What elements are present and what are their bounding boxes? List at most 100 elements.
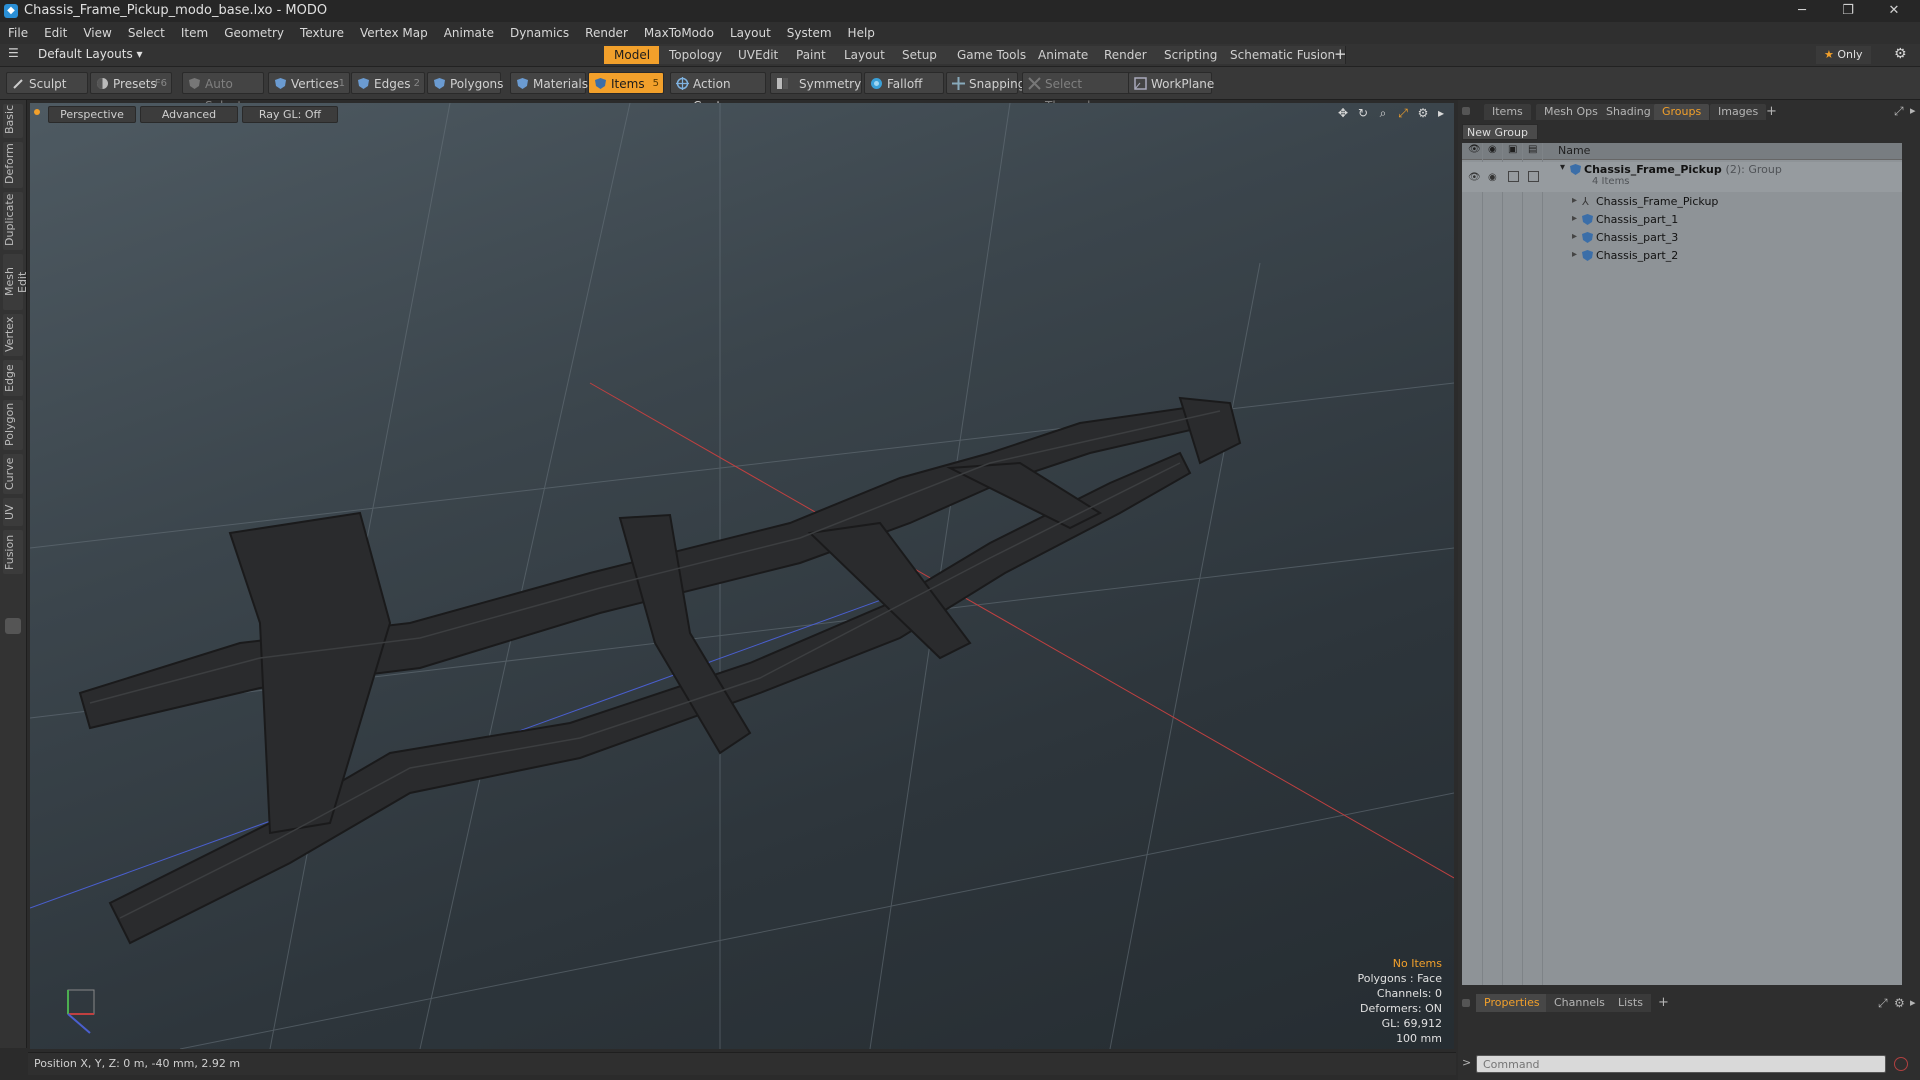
menu-edit[interactable]: Edit bbox=[36, 22, 75, 44]
command-history-icon[interactable] bbox=[1894, 1057, 1908, 1071]
list-item[interactable]: ▸ Chassis_part_2 bbox=[1462, 248, 1902, 265]
viewport-menu-arrow-icon[interactable]: ▸ bbox=[1434, 106, 1448, 120]
raygl-button[interactable]: Ray GL: Off bbox=[242, 106, 338, 123]
edges-button[interactable]: Edges 2 bbox=[351, 72, 425, 94]
tab-layout[interactable]: Layout bbox=[834, 46, 896, 64]
expand-arrow-icon[interactable]: ▸ bbox=[1572, 195, 1577, 206]
tab-mesh-ops[interactable]: Mesh Ops bbox=[1536, 104, 1606, 120]
menu-dynamics[interactable]: Dynamics bbox=[502, 22, 577, 44]
shading-mode-button[interactable]: Advanced bbox=[140, 106, 238, 123]
list-item[interactable]: ▸ ⅄ Chassis_Frame_Pickup bbox=[1462, 194, 1902, 211]
tab-setup[interactable]: Setup bbox=[892, 46, 948, 64]
add-properties-tab-button[interactable]: + bbox=[1658, 995, 1669, 1010]
tab-paint[interactable]: Paint bbox=[786, 46, 837, 64]
properties-gear-icon[interactable]: ⚙ bbox=[1894, 996, 1905, 1010]
command-input[interactable] bbox=[1477, 1056, 1885, 1072]
vtab-fusion[interactable]: Fusion bbox=[3, 530, 23, 574]
menu-system[interactable]: System bbox=[779, 22, 840, 44]
vtab-edge[interactable]: Edge bbox=[3, 360, 23, 396]
tab-groups[interactable]: Groups bbox=[1654, 104, 1710, 120]
tab-game-tools[interactable]: Game Tools bbox=[947, 46, 1038, 64]
auto-select-button[interactable]: Auto Select bbox=[182, 72, 264, 113]
properties-arrow-icon[interactable]: ▸ bbox=[1910, 996, 1916, 1009]
tab-topology[interactable]: Topology bbox=[659, 46, 733, 64]
materials-button[interactable]: Materials bbox=[510, 72, 588, 94]
tab-scripting[interactable]: Scripting bbox=[1154, 46, 1229, 64]
panel-arrow-icon[interactable]: ▸ bbox=[1910, 104, 1916, 117]
visibility-eye-icon[interactable]: 👁 bbox=[1468, 144, 1481, 155]
new-group-button[interactable]: New Group bbox=[1462, 124, 1538, 140]
tab-uvedit[interactable]: UVEdit bbox=[728, 46, 790, 64]
vtab-uv[interactable]: UV bbox=[3, 498, 23, 526]
group-select-checkbox[interactable] bbox=[1528, 171, 1539, 182]
tab-schematic-fusion[interactable]: Schematic Fusion bbox=[1220, 46, 1347, 64]
vtab-basic[interactable]: Basic bbox=[3, 104, 23, 138]
presets-button[interactable]: Presets F6 bbox=[90, 72, 172, 94]
only-toggle[interactable]: ★ Only bbox=[1816, 46, 1871, 64]
collapse-arrow-icon[interactable]: ▾ bbox=[1560, 162, 1565, 173]
layout-menu-icon[interactable]: ☰ bbox=[8, 46, 19, 60]
lock-icon[interactable]: ▣ bbox=[1508, 144, 1517, 155]
vtab-curve[interactable]: Curve bbox=[3, 454, 23, 494]
group-eye-icon[interactable]: 👁 bbox=[1468, 172, 1481, 183]
tab-animate[interactable]: Animate bbox=[1028, 46, 1100, 64]
panel-menu-icon[interactable] bbox=[1462, 107, 1470, 115]
menu-select[interactable]: Select bbox=[120, 22, 173, 44]
minimize-button[interactable]: ─ bbox=[1780, 0, 1824, 22]
expand-tabs-button[interactable] bbox=[5, 618, 21, 634]
select-through-button[interactable]: Select Through bbox=[1022, 72, 1130, 113]
sculpt-button[interactable]: Sculpt bbox=[6, 72, 88, 94]
properties-menu-icon[interactable] bbox=[1462, 999, 1470, 1007]
render-icon[interactable]: ◉ bbox=[1488, 144, 1497, 155]
add-panel-tab-button[interactable]: + bbox=[1766, 104, 1777, 119]
polygons-button[interactable]: Polygons bbox=[427, 72, 503, 94]
workplane-button[interactable]: WorkPlane bbox=[1128, 72, 1214, 94]
add-tab-button[interactable]: + bbox=[1334, 45, 1347, 63]
list-item[interactable]: ▸ Chassis_part_3 bbox=[1462, 230, 1902, 247]
items-button[interactable]: Items 5 bbox=[588, 72, 664, 94]
tab-items[interactable]: Items bbox=[1484, 104, 1531, 120]
group-render-icon[interactable]: ◉ bbox=[1488, 172, 1497, 183]
expand-arrow-icon[interactable]: ▸ bbox=[1572, 213, 1577, 224]
select-icon[interactable]: ▤ bbox=[1528, 144, 1537, 155]
tab-channels[interactable]: Channels bbox=[1546, 994, 1613, 1012]
pan-icon[interactable]: ✥ bbox=[1336, 106, 1350, 120]
fit-icon[interactable]: ⤢ bbox=[1396, 106, 1410, 120]
menu-maxtomodo[interactable]: MaxToModo bbox=[636, 22, 722, 44]
tab-properties[interactable]: Properties bbox=[1476, 994, 1548, 1012]
tab-images[interactable]: Images bbox=[1710, 104, 1767, 120]
group-lock-checkbox[interactable] bbox=[1508, 171, 1519, 182]
menu-vertex-map[interactable]: Vertex Map bbox=[352, 22, 436, 44]
tab-shading[interactable]: Shading bbox=[1598, 104, 1659, 120]
groups-list[interactable] bbox=[1462, 143, 1902, 985]
group-row[interactable]: 👁 ◉ ▾ Chassis_Frame_Pickup (2): Group 4 … bbox=[1462, 162, 1902, 192]
menu-layout[interactable]: Layout bbox=[722, 22, 779, 44]
menu-help[interactable]: Help bbox=[840, 22, 883, 44]
expand-arrow-icon[interactable]: ▸ bbox=[1572, 231, 1577, 242]
viewport-gear-icon[interactable]: ⚙ bbox=[1416, 106, 1430, 120]
close-button[interactable]: ✕ bbox=[1872, 0, 1916, 22]
gear-icon[interactable]: ⚙ bbox=[1894, 46, 1907, 62]
zoom-icon[interactable]: ⌕ bbox=[1376, 106, 1390, 120]
list-item[interactable]: ▸ Chassis_part_1 bbox=[1462, 212, 1902, 229]
menu-item[interactable]: Item bbox=[173, 22, 216, 44]
maximize-properties-icon[interactable]: ⤢ bbox=[1878, 996, 1888, 1011]
view-mode-button[interactable]: Perspective bbox=[48, 106, 136, 123]
3d-viewport[interactable] bbox=[30, 103, 1454, 1049]
restore-button[interactable]: ❐ bbox=[1826, 0, 1870, 22]
menu-render[interactable]: Render bbox=[577, 22, 636, 44]
menu-animate[interactable]: Animate bbox=[436, 22, 502, 44]
layout-selector[interactable]: Default Layouts ▾ bbox=[38, 47, 143, 61]
expand-arrow-icon[interactable]: ▸ bbox=[1572, 249, 1577, 260]
menu-file[interactable]: File bbox=[0, 22, 36, 44]
menu-view[interactable]: View bbox=[75, 22, 119, 44]
tab-lists[interactable]: Lists bbox=[1610, 994, 1651, 1012]
vtab-vertex[interactable]: Vertex bbox=[3, 314, 23, 356]
menu-texture[interactable]: Texture bbox=[292, 22, 352, 44]
vtab-duplicate[interactable]: Duplicate bbox=[3, 192, 23, 250]
snapping-button[interactable]: Snapping bbox=[946, 72, 1025, 94]
vtab-polygon[interactable]: Polygon bbox=[3, 400, 23, 450]
action-center-button[interactable]: Action Center bbox=[670, 72, 766, 113]
falloff-button[interactable]: Falloff bbox=[864, 72, 944, 94]
maximize-panel-icon[interactable]: ⤢ bbox=[1894, 104, 1904, 119]
